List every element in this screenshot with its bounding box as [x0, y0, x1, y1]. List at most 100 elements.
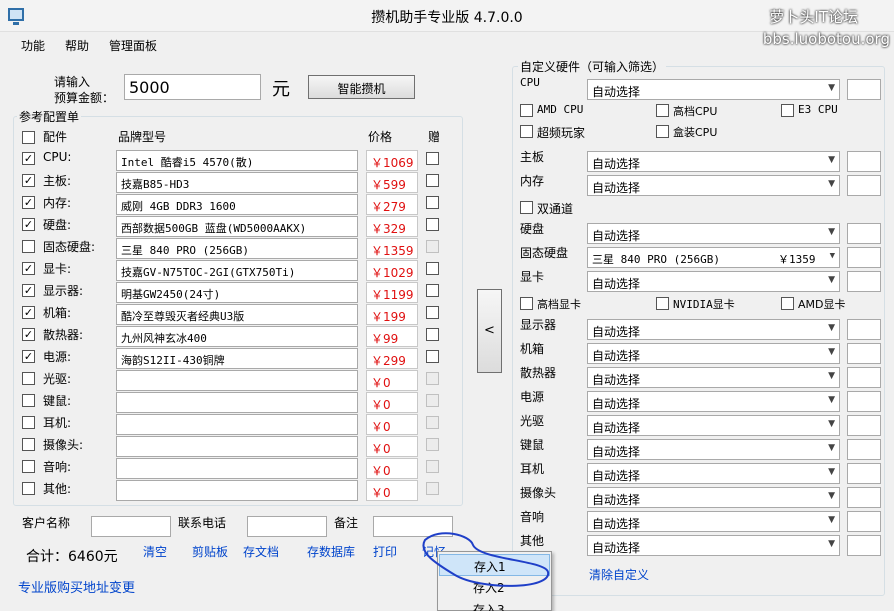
gift-checkbox[interactable]	[426, 262, 439, 275]
disk-filter-input[interactable]	[847, 223, 881, 244]
custom-part-select[interactable]: 自动选择 ▼	[587, 535, 840, 556]
disk-select[interactable]: 自动选择 ▼	[587, 223, 840, 244]
gift-checkbox[interactable]	[426, 328, 439, 341]
board-select[interactable]: 自动选择 ▼	[587, 151, 840, 172]
customer-name-input[interactable]	[91, 516, 171, 537]
gift-checkbox[interactable]	[426, 372, 439, 385]
part-checkbox[interactable]	[22, 372, 35, 385]
part-checkbox[interactable]: ✓	[22, 306, 35, 319]
store-slot-3[interactable]: 存入3	[439, 598, 550, 611]
note-input[interactable]	[373, 516, 453, 537]
model-field[interactable]: 威刚 4GB DDR3 1600	[116, 194, 358, 215]
gpu-select[interactable]: 自动选择 ▼	[587, 271, 840, 292]
custom-part-select[interactable]: 自动选择 ▼	[587, 439, 840, 460]
gift-checkbox[interactable]	[426, 482, 439, 495]
save-document-link[interactable]: 存文档	[243, 543, 279, 560]
model-field[interactable]: 酷冷至尊毁灭者经典U3版	[116, 304, 358, 325]
model-field[interactable]: 西部数据500GB 蓝盘(WD5000AAKX)	[116, 216, 358, 237]
clear-link[interactable]: 清空	[143, 543, 167, 560]
gift-checkbox[interactable]	[426, 240, 439, 253]
nvidia-gpu-checkbox[interactable]	[656, 297, 669, 310]
clipboard-link[interactable]: 剪贴板	[192, 543, 228, 560]
model-field[interactable]: 海韵S12II-430铜牌	[116, 348, 358, 369]
menu-help[interactable]: 帮助	[65, 37, 89, 54]
custom-part-filter-input[interactable]	[847, 415, 881, 436]
part-checkbox[interactable]: ✓	[22, 262, 35, 275]
gift-checkbox[interactable]	[426, 416, 439, 429]
model-field[interactable]: 明基GW2450(24寸)	[116, 282, 358, 303]
model-field[interactable]	[116, 436, 358, 457]
part-checkbox[interactable]: ✓	[22, 196, 35, 209]
model-field[interactable]	[116, 414, 358, 435]
ssd-filter-input[interactable]	[847, 247, 881, 268]
amd-cpu-checkbox[interactable]	[520, 104, 533, 117]
part-checkbox[interactable]: ✓	[22, 152, 35, 165]
gift-checkbox[interactable]	[426, 284, 439, 297]
board-filter-input[interactable]	[847, 151, 881, 172]
gift-checkbox[interactable]	[426, 350, 439, 363]
amd-gpu-checkbox[interactable]	[781, 297, 794, 310]
part-checkbox[interactable]	[22, 240, 35, 253]
gift-checkbox[interactable]	[426, 460, 439, 473]
collapse-panel-button[interactable]: <	[477, 289, 502, 373]
custom-part-select[interactable]: 自动选择 ▼	[587, 343, 840, 364]
menu-admin-panel[interactable]: 管理面板	[109, 37, 157, 54]
model-field[interactable]: Intel 酷睿i5 4570(散)	[116, 150, 358, 171]
cpu-filter-input[interactable]	[847, 79, 881, 100]
part-checkbox[interactable]	[22, 438, 35, 451]
menu-function[interactable]: 功能	[21, 37, 45, 54]
phone-input[interactable]	[247, 516, 327, 537]
model-field[interactable]: 九州风神玄冰400	[116, 326, 358, 347]
part-checkbox[interactable]: ✓	[22, 350, 35, 363]
gift-checkbox[interactable]	[426, 174, 439, 187]
model-field[interactable]: 技嘉B85-HD3	[116, 172, 358, 193]
part-checkbox[interactable]	[22, 394, 35, 407]
ssd-select[interactable]: 三星 840 PRO (256GB) ￥1359 ▼	[587, 247, 840, 268]
gift-checkbox[interactable]	[426, 438, 439, 451]
clear-custom-link[interactable]: 清除自定义	[589, 566, 649, 583]
store-slot-1[interactable]: 存入1	[439, 554, 550, 576]
part-checkbox[interactable]: ✓	[22, 174, 35, 187]
model-field[interactable]	[116, 480, 358, 501]
model-field[interactable]	[116, 458, 358, 479]
memory-filter-input[interactable]	[847, 175, 881, 196]
custom-part-select[interactable]: 自动选择 ▼	[587, 367, 840, 388]
part-checkbox[interactable]: ✓	[22, 218, 35, 231]
custom-part-select[interactable]: 自动选择 ▼	[587, 415, 840, 436]
custom-part-filter-input[interactable]	[847, 511, 881, 532]
e3-cpu-checkbox[interactable]	[781, 104, 794, 117]
high-end-cpu-checkbox[interactable]	[656, 104, 669, 117]
model-field[interactable]	[116, 392, 358, 413]
custom-part-filter-input[interactable]	[847, 367, 881, 388]
gpu-filter-input[interactable]	[847, 271, 881, 292]
store-slot-2[interactable]: 存入2	[439, 576, 550, 598]
custom-part-filter-input[interactable]	[847, 535, 881, 556]
boxed-cpu-checkbox[interactable]	[656, 125, 669, 138]
memory-select[interactable]: 自动选择 ▼	[587, 175, 840, 196]
part-checkbox[interactable]	[22, 460, 35, 473]
custom-part-select[interactable]: 自动选择 ▼	[587, 487, 840, 508]
custom-part-filter-input[interactable]	[847, 463, 881, 484]
custom-part-filter-input[interactable]	[847, 319, 881, 340]
custom-part-select[interactable]: 自动选择 ▼	[587, 463, 840, 484]
custom-part-filter-input[interactable]	[847, 391, 881, 412]
custom-part-filter-input[interactable]	[847, 343, 881, 364]
part-checkbox[interactable]: ✓	[22, 284, 35, 297]
custom-part-select[interactable]: 自动选择 ▼	[587, 511, 840, 532]
model-field[interactable]: 三星 840 PRO (256GB)	[116, 238, 358, 259]
custom-part-select[interactable]: 自动选择 ▼	[587, 319, 840, 340]
part-checkbox[interactable]	[22, 416, 35, 429]
gift-checkbox[interactable]	[426, 152, 439, 165]
part-checkbox[interactable]	[22, 482, 35, 495]
gift-checkbox[interactable]	[426, 306, 439, 319]
select-all-checkbox[interactable]	[22, 131, 35, 144]
high-end-gpu-checkbox[interactable]	[520, 297, 533, 310]
smart-build-button[interactable]: 智能攒机	[308, 75, 415, 99]
dual-channel-checkbox[interactable]	[520, 201, 533, 214]
gift-checkbox[interactable]	[426, 196, 439, 209]
gift-checkbox[interactable]	[426, 394, 439, 407]
custom-part-filter-input[interactable]	[847, 487, 881, 508]
custom-part-filter-input[interactable]	[847, 439, 881, 460]
save-database-link[interactable]: 存数据库	[307, 543, 355, 560]
custom-part-select[interactable]: 自动选择 ▼	[587, 391, 840, 412]
